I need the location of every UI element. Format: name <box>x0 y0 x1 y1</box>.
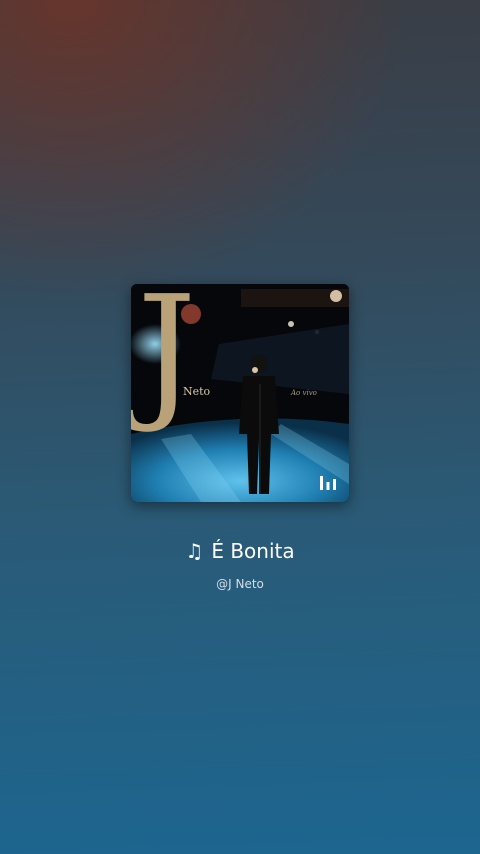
cover-letter: J <box>137 284 197 436</box>
equalizer-bars-icon <box>320 476 336 490</box>
track-title-row: ♫ É Bonita <box>0 538 480 564</box>
album-cover[interactable]: J Neto Ao vivo <box>131 284 349 502</box>
track-artist[interactable]: @J Neto <box>0 576 480 592</box>
track-title: É Bonita <box>211 539 295 563</box>
cover-subtitle: Ao vivo <box>291 389 317 397</box>
cover-artist-text: Neto <box>183 385 211 398</box>
music-note-icon: ♫ <box>185 539 204 563</box>
